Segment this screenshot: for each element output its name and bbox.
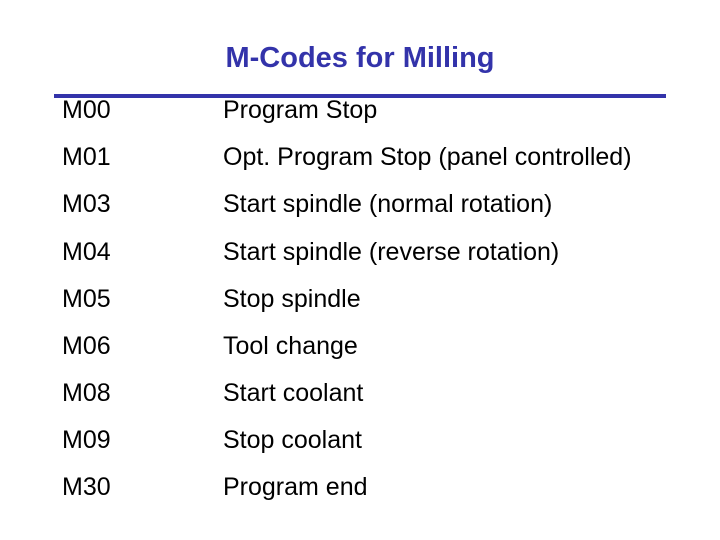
m-code-description: Start spindle (normal rotation)	[223, 190, 553, 218]
m-code: M08	[62, 379, 111, 407]
m-code: M05	[62, 285, 111, 313]
m-code: M00	[62, 96, 111, 124]
m-code-description: Tool change	[223, 332, 358, 360]
slide-title-text: M-Codes for Milling	[225, 42, 495, 74]
table-row: M01 Opt. Program Stop (panel controlled)	[62, 140, 682, 175]
m-code: M03	[62, 190, 111, 218]
table-row: M08 Start coolant	[62, 376, 682, 411]
m-code: M01	[62, 143, 111, 171]
m-code-description: Program Stop	[223, 96, 378, 124]
table-row: M03 Start spindle (normal rotation)	[62, 187, 682, 222]
m-code-description: Start coolant	[223, 379, 364, 407]
m-code-description: Start spindle (reverse rotation)	[223, 238, 560, 266]
m-code: M30	[62, 473, 111, 501]
m-code-description: Opt. Program Stop (panel controlled)	[223, 143, 632, 171]
slide-title: M-Codes for Milling	[0, 38, 720, 78]
m-code-table: M00 Program Stop M01 Opt. Program Stop (…	[62, 93, 682, 505]
table-row: M09 Stop coolant	[62, 423, 682, 458]
title-underline-divider	[54, 94, 666, 98]
table-row: M06 Tool change	[62, 329, 682, 364]
table-row: M00 Program Stop	[62, 93, 682, 128]
table-row: M30 Program end	[62, 470, 682, 505]
m-code: M09	[62, 426, 111, 454]
m-code: M04	[62, 238, 111, 266]
m-code-description: Stop coolant	[223, 426, 362, 454]
m-code: M06	[62, 332, 111, 360]
table-row: M05 Stop spindle	[62, 282, 682, 317]
m-code-description: Program end	[223, 473, 368, 501]
table-row: M04 Start spindle (reverse rotation)	[62, 235, 682, 270]
m-code-description: Stop spindle	[223, 285, 361, 313]
